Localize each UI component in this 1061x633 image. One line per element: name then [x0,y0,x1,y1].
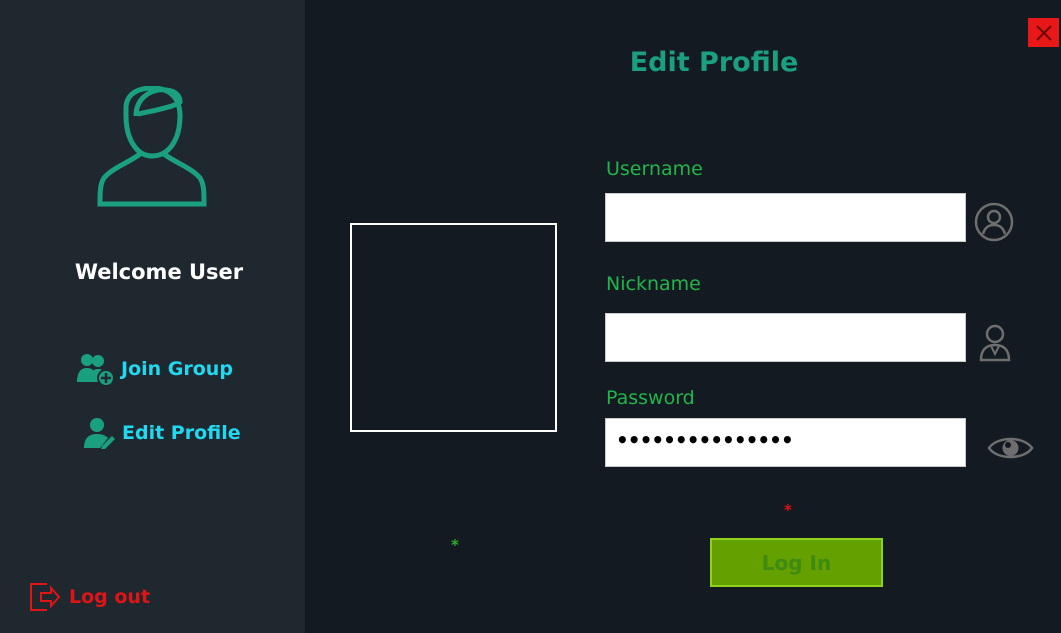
close-button[interactable] [1028,18,1059,47]
user-avatar-icon [97,86,207,207]
profile-photo-box[interactable] [350,223,557,432]
logout-button[interactable]: Log out [27,580,150,614]
person-icon [978,324,1012,362]
logout-label: Log out [69,586,151,608]
login-button[interactable]: Log In [710,538,883,587]
password-label: Password [606,387,695,409]
sidebar-item-label: Edit Profile [122,422,241,444]
password-value: ••••••••••••••• [616,428,794,452]
page-title: Edit Profile [629,47,799,78]
username-input[interactable] [605,193,966,242]
nickname-input[interactable] [605,313,966,362]
eye-icon[interactable] [987,432,1034,464]
welcome-text: Welcome User [74,260,244,284]
sidebar-item-label: Join Group [121,358,233,380]
sidebar-item-edit-profile[interactable]: Edit Profile [84,416,241,450]
nickname-label: Nickname [606,273,701,295]
validation-asterisk-right: * [784,501,792,519]
logout-icon [27,580,61,614]
sidebar: Welcome User Join Group Edit Profile Log… [0,0,305,633]
user-circle-icon [974,202,1014,242]
sidebar-item-join-group[interactable]: Join Group [77,352,233,386]
username-label: Username [606,158,703,180]
close-icon [1035,24,1052,41]
edit-user-icon [84,416,116,450]
add-user-group-icon [77,352,115,386]
validation-asterisk-left: * [451,536,459,554]
